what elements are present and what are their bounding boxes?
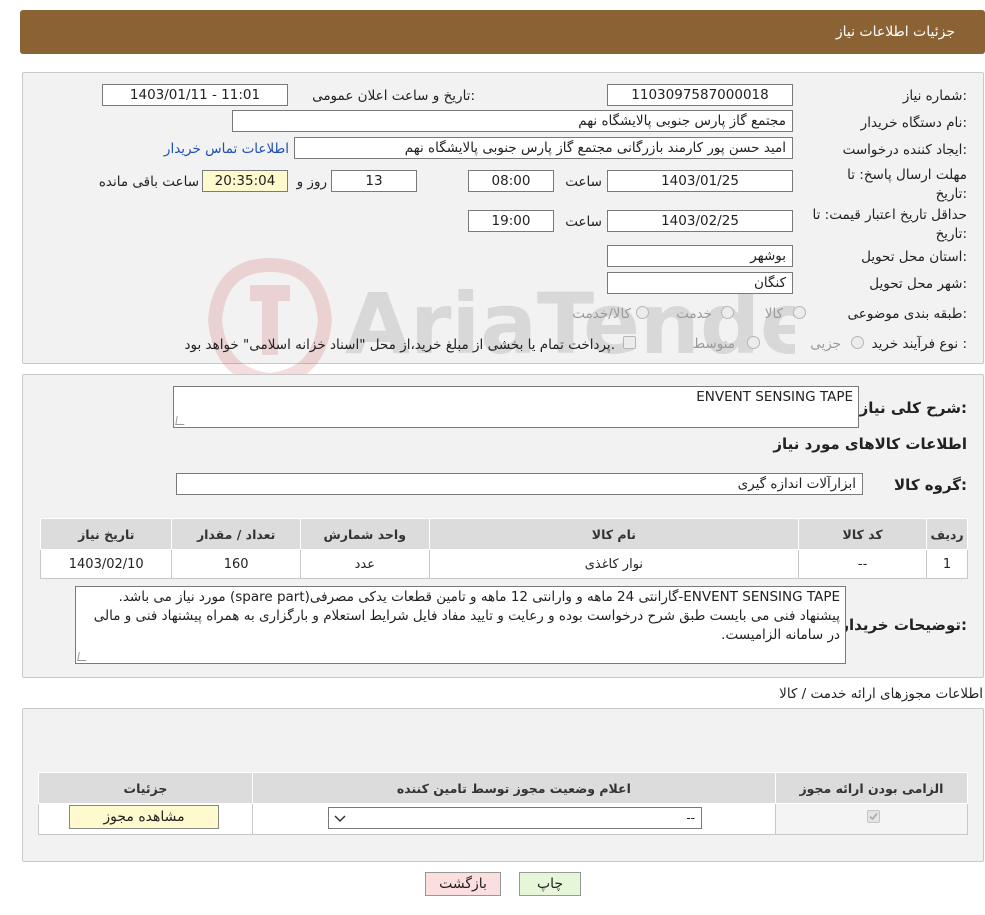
remaining-time-field: 20:35:04 <box>202 170 288 192</box>
cell-unit: عدد <box>299 549 430 579</box>
price-validity-label: حداقل تاریخ اعتبار قیمت: تا تاریخ: <box>812 207 967 242</box>
cell-quantity: 160 <box>171 549 301 579</box>
resize-grip-icon <box>77 652 88 661</box>
page-header: جزئیات اطلاعات نیاز <box>20 10 985 54</box>
buyer-notes-text: ENVENT SENSING TAPE-گارانتی 24 ماهه و وا… <box>93 589 840 643</box>
process-label: نوع فرآیند خرید : <box>871 336 967 352</box>
goods-group-field: ابزارآلات اندازه گیری <box>176 473 863 495</box>
col-goods-code: کد کالا <box>798 518 928 550</box>
table-row: 1403/02/10 160 عدد نوار کاغذی -- 1 <box>39 549 968 579</box>
buyer-notes-textarea[interactable]: ENVENT SENSING TAPE-گارانتی 24 ماهه و وا… <box>75 586 846 664</box>
summary-text: ENVENT SENSING TAPE <box>696 389 853 405</box>
col-unit: واحد شمارش <box>299 518 430 550</box>
checkmark-icon <box>869 812 878 821</box>
process-radio-medium[interactable] <box>747 336 760 349</box>
days-label: روز و <box>296 174 327 190</box>
province-label: استان محل تحویل: <box>861 249 967 265</box>
cell-need-date: 1403/02/10 <box>39 549 173 579</box>
goods-table-header: تاریخ نیاز تعداد / مقدار واحد شمارش نام … <box>39 518 968 550</box>
city-label: شهر محل تحویل: <box>869 276 967 292</box>
col-details: جزئیات <box>38 772 253 804</box>
cell-goods-code: -- <box>798 549 928 579</box>
reply-deadline-label: مهلت ارسال پاسخ: تا تاریخ: <box>847 167 967 202</box>
goods-table: تاریخ نیاز تعداد / مقدار واحد شمارش نام … <box>39 518 968 579</box>
permit-status-selected: -- <box>686 811 695 825</box>
process-option-minor: جزیی <box>810 336 841 352</box>
summary-label: شرح کلی نیاز: <box>859 399 967 417</box>
buyer-org-field: مجتمع گاز پارس جنوبی پالایشگاه نهم <box>232 110 793 132</box>
days-field: 13 <box>331 170 417 192</box>
view-permit-button[interactable]: مشاهده مجوز <box>69 805 219 829</box>
buyer-notes-label: توضیحات خریدار: <box>840 616 967 634</box>
cell-goods-name: نوار کاغذی <box>428 549 800 579</box>
permits-table-header: جزئیات اعلام وضعیت مجوز توسط تامین کننده… <box>38 772 969 804</box>
col-quantity: تعداد / مقدار <box>171 518 301 550</box>
category-radio-goods-service[interactable] <box>636 306 649 319</box>
category-option-service: خدمت <box>676 306 712 322</box>
permit-required-checkbox <box>867 810 880 823</box>
col-goods-name: نام کالا <box>428 518 800 550</box>
category-radio-service[interactable] <box>721 306 734 319</box>
city-field: کنگان <box>607 272 793 294</box>
chevron-down-icon <box>334 815 346 823</box>
process-radio-minor[interactable] <box>851 336 864 349</box>
col-permit-required: الزامی بودن ارائه مجوز <box>774 772 969 804</box>
need-number-field: 1103097587000018 <box>607 84 793 106</box>
announce-date-label: تاریخ و ساعت اعلان عمومی: <box>312 88 475 104</box>
remaining-time-label: ساعت باقی مانده <box>98 174 199 190</box>
col-row: ردیف <box>926 518 968 550</box>
page-title: جزئیات اطلاعات نیاز <box>835 24 955 40</box>
reply-date-field: 1403/01/25 <box>607 170 793 192</box>
permits-section-title: اطلاعات مجوزهای ارائه خدمت / کالا <box>779 686 983 702</box>
validity-time-field: 19:00 <box>468 210 554 232</box>
buyer-contact-link[interactable]: اطلاعات تماس خریدار <box>164 141 289 157</box>
reply-time-field: 08:00 <box>468 170 554 192</box>
col-need-date: تاریخ نیاز <box>39 518 173 550</box>
summary-textarea[interactable]: ENVENT SENSING TAPE <box>173 386 859 428</box>
province-field: بوشهر <box>607 245 793 267</box>
permit-status-select[interactable]: -- <box>328 807 702 829</box>
category-radio-goods[interactable] <box>793 306 806 319</box>
reply-time-label: ساعت <box>565 174 602 190</box>
validity-time-label: ساعت <box>565 214 602 230</box>
buyer-org-label: نام دستگاه خریدار: <box>860 115 967 131</box>
goods-info-title: اطلاعات کالاهای مورد نیاز <box>773 435 967 453</box>
validity-date-field: 1403/02/25 <box>607 210 793 232</box>
back-button[interactable]: بازگشت <box>425 872 501 896</box>
resize-grip-icon <box>175 416 186 425</box>
category-option-goods-service: کالا/خدمت <box>572 306 631 322</box>
col-permit-status: اعلام وضعیت مجوز توسط تامین کننده <box>251 772 776 804</box>
announce-date-field: 1403/01/11 - 11:01 <box>102 84 288 106</box>
category-option-goods: کالا <box>764 306 783 322</box>
need-number-label: شماره نیاز: <box>902 88 967 104</box>
payment-note: پرداخت تمام یا بخشی از مبلغ خرید،از محل … <box>184 337 615 353</box>
print-button[interactable]: چاپ <box>519 872 581 896</box>
category-label: طبقه بندی موضوعی: <box>847 306 967 322</box>
goods-group-label: گروه کالا: <box>894 476 967 494</box>
requester-field: امید حسن پور کارمند بازرگانی مجتمع گاز پ… <box>294 137 793 159</box>
requester-label: ایجاد کننده درخواست: <box>842 142 967 158</box>
treasury-bonds-checkbox[interactable] <box>623 336 636 349</box>
cell-row: 1 <box>926 549 968 579</box>
process-option-medium: متوسط <box>692 336 735 352</box>
